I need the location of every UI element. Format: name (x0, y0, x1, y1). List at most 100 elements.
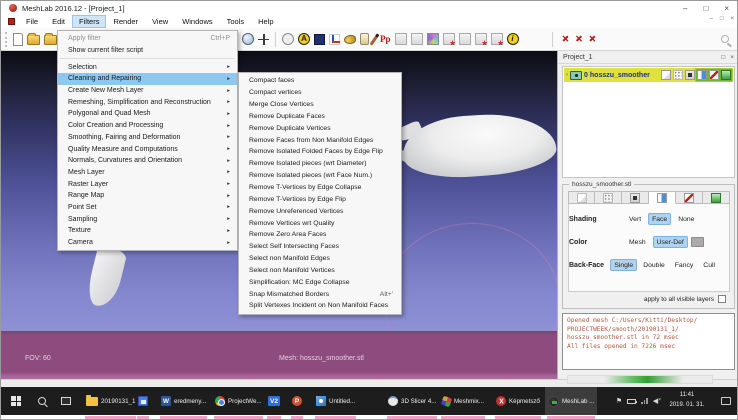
boundary-icon[interactable] (685, 70, 695, 80)
maximize-button[interactable]: □ (703, 4, 708, 13)
submenu-item[interactable]: Simplification: MC Edge Collapse (239, 276, 401, 288)
colorful-tool-icon[interactable] (427, 33, 439, 45)
backface-option-fancy[interactable]: Fancy (671, 259, 698, 271)
menu-view[interactable]: View (145, 15, 175, 28)
mdi-close-button[interactable]: × (730, 16, 734, 22)
color-swatch[interactable] (691, 237, 704, 247)
taskbar-item-meshlab[interactable]: MeshLab ... (545, 387, 597, 415)
filters-menu-category[interactable]: Camera ▸ (58, 237, 237, 249)
menu-item-apply-filter[interactable]: Apply filter Ctrl+P (58, 33, 237, 45)
paint-brush-icon[interactable] (370, 33, 380, 45)
submenu-item[interactable]: Remove T-Vertices by Edge Collapse (239, 182, 401, 194)
taskbar-item-powerpoint[interactable]: P (289, 387, 305, 415)
delete-vertices-icon[interactable] (491, 33, 503, 45)
submenu-item[interactable]: Select non Manifold Edges (239, 253, 401, 265)
backface-option-single[interactable]: Single (610, 259, 637, 271)
new-project-icon[interactable] (13, 33, 23, 46)
submenu-item[interactable]: Remove Faces from Non Manifold Edges (239, 134, 401, 146)
point-picking-icon[interactable]: Pp (380, 34, 391, 44)
taskbar-search-button[interactable] (33, 387, 51, 415)
project-panel-header[interactable]: Project_1 □ × (558, 51, 738, 64)
filters-menu-category[interactable]: Remeshing, Simplification and Reconstruc… (58, 96, 237, 108)
texture-icon[interactable] (697, 70, 707, 80)
filters-menu-category[interactable]: Polygonal and Quad Mesh ▸ (58, 108, 237, 120)
filters-menu-category[interactable]: Sampling ▸ (58, 213, 237, 225)
filters-menu-category[interactable]: Create New Mesh Layer ▸ (58, 85, 237, 97)
filters-menu-category[interactable]: Mesh Layer ▸ (58, 167, 237, 179)
close-button[interactable]: × (724, 4, 729, 13)
filters-menu-category[interactable]: Color Creation and Processing ▸ (58, 120, 237, 132)
light-icon[interactable] (360, 33, 369, 45)
submenu-item[interactable]: Split Vertexes Incident on Non Manifold … (239, 300, 401, 312)
menu-render[interactable]: Render (106, 15, 145, 28)
filters-menu-category[interactable]: Quality Measure and Computations ▸ (58, 143, 237, 155)
system-tray[interactable]: ⚑ ◀× (616, 387, 661, 415)
minimize-button[interactable]: – (683, 4, 687, 13)
flat-shading-icon[interactable] (314, 34, 325, 45)
filters-menu-category[interactable]: Smoothing, Fairing and Deformation ▸ (58, 132, 237, 144)
delete-faces-icon[interactable] (475, 33, 487, 45)
submenu-item[interactable]: Remove Isolated Folded Faces by Edge Fli… (239, 146, 401, 158)
tab-color[interactable] (676, 191, 703, 204)
color-option-mesh[interactable]: Mesh (625, 236, 650, 248)
shading-option-face[interactable]: Face (648, 213, 671, 225)
menu-help[interactable]: Help (251, 15, 280, 28)
submenu-item[interactable]: Select Self Intersecting Faces (239, 241, 401, 253)
tab-light[interactable] (649, 191, 676, 204)
notification-center-icon[interactable] (721, 397, 731, 405)
taskbar-item-folder[interactable]: 20190131_1 (83, 387, 138, 415)
backface-option-cull[interactable]: Cull (699, 259, 719, 271)
backface-option-double[interactable]: Double (639, 259, 669, 271)
color-icon[interactable] (709, 70, 719, 80)
submenu-item[interactable]: Select non Manifold Vertices (239, 265, 401, 277)
menu-file[interactable]: File (19, 15, 45, 28)
tab-shading[interactable] (703, 191, 730, 204)
info-icon[interactable]: i (507, 33, 519, 45)
mesh-model[interactable] (401, 110, 557, 182)
delete-all-meshes-icon[interactable]: × (575, 34, 581, 45)
delete-current-mesh-icon[interactable]: × (562, 34, 568, 45)
taskbar-item-word[interactable]: W eredmeny... (158, 387, 209, 415)
submenu-item[interactable]: Compact faces (239, 75, 401, 87)
tab-wire-cube[interactable] (568, 191, 595, 204)
apply-all-checkbox[interactable] (718, 295, 726, 303)
open-project-icon[interactable] (27, 35, 40, 45)
shell-icon[interactable] (344, 35, 356, 44)
points-mode-icon[interactable]: A (298, 33, 310, 45)
mdi-restore-button[interactable]: □ (720, 16, 724, 22)
axis-icon[interactable] (329, 34, 340, 45)
menu-item-show-filter-script[interactable]: Show current filter script (58, 45, 237, 57)
trackball-icon[interactable] (282, 33, 294, 45)
menu-windows[interactable]: Windows (175, 15, 219, 28)
visibility-eye-icon[interactable] (570, 71, 582, 80)
select-connected-icon[interactable] (443, 33, 455, 45)
taskbar-item-snipping[interactable]: Képmetsző (493, 387, 543, 415)
expander-icon[interactable]: › (566, 72, 568, 78)
shading-option-none[interactable]: None (674, 213, 698, 225)
submenu-item[interactable]: Remove Zero Area Faces (239, 229, 401, 241)
select-faces-icon[interactable] (395, 33, 407, 45)
submenu-item[interactable]: Remove T-Vertices by Edge Flip (239, 193, 401, 205)
submenu-item[interactable]: Remove Vertices wrt Quality (239, 217, 401, 229)
submenu-item[interactable]: Remove Duplicate Faces (239, 111, 401, 123)
taskbar-clock[interactable]: 11:41 2019. 01. 31. (663, 390, 711, 410)
taskbar-item-v2[interactable]: V2 (265, 387, 283, 415)
layer-row[interactable]: › 0 hosszu_smoother (564, 68, 733, 82)
submenu-item[interactable]: Remove Isolated pieces (wrt Diameter) (239, 158, 401, 170)
points-icon[interactable] (673, 70, 683, 80)
taskbar-item-meshmixer[interactable]: Meshmix... (439, 387, 487, 415)
submenu-item[interactable]: Merge Close Vertices (239, 99, 401, 111)
shading-icon[interactable] (721, 70, 731, 80)
dock-float-icon[interactable]: □ (721, 54, 725, 61)
task-view-button[interactable] (57, 387, 75, 415)
submenu-item[interactable]: Remove Unreferenced Vertices (239, 205, 401, 217)
search-icon[interactable] (721, 35, 729, 43)
submenu-item[interactable]: Remove Duplicate Vertices (239, 122, 401, 134)
tab-points[interactable] (595, 191, 622, 204)
taskbar-item-chrome[interactable]: ProjectWe... (212, 387, 265, 415)
delete-raster-icon[interactable]: × (589, 34, 595, 45)
taskbar-item-photos[interactable]: Untitled... (313, 387, 358, 415)
move-icon[interactable] (258, 34, 269, 45)
submenu-item[interactable]: Remove Isolated pieces (wrt Face Num.) (239, 170, 401, 182)
select-vertices-icon[interactable] (411, 33, 423, 45)
